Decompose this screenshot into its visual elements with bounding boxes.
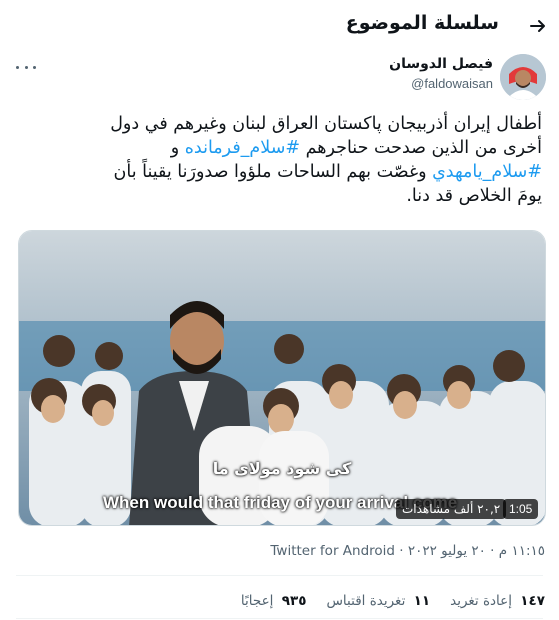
tweet-author: فيصل الدوسان @faldowaisan bbox=[0, 52, 559, 102]
hashtag-link[interactable]: #سلام_فرمانده bbox=[185, 138, 300, 158]
tweet-text-segment: وغصّت بهم الساحات ملؤوا صدورَنا يقيناً ب… bbox=[113, 162, 433, 182]
video-player[interactable]: کی شود مولای ما When would that friday o… bbox=[18, 230, 546, 526]
more-options-button[interactable] bbox=[16, 60, 36, 74]
back-button[interactable] bbox=[524, 12, 552, 40]
tweet-line: يومَ الخلاص قد دنا. bbox=[406, 186, 542, 206]
page-title: سلسلة الموضوع bbox=[345, 12, 499, 34]
quotes-count: ١١ bbox=[413, 593, 431, 609]
tweet-text-segment: و bbox=[170, 138, 185, 158]
divider bbox=[16, 575, 543, 576]
divider bbox=[16, 618, 543, 619]
meta-separator: · bbox=[394, 543, 404, 559]
retweets-label: إعادة تغريد bbox=[450, 593, 512, 609]
video-frame bbox=[19, 231, 545, 525]
tweet-line: أطفال إيران أذربيجان پاكستان العراق لبنا… bbox=[110, 114, 542, 134]
tweet-text: أطفال إيران أذربيجان پاكستان العراق لبنا… bbox=[18, 112, 542, 208]
views-badge: ٢٠,٢ ألف مشاهدات bbox=[396, 499, 507, 519]
tweet-date[interactable]: ٢٠ يوليو ٢٠٢٢ bbox=[408, 543, 486, 559]
likes-stat[interactable]: ٩٣٥ إعجابًا bbox=[241, 593, 307, 609]
top-bar: سلسلة الموضوع bbox=[0, 0, 559, 52]
likes-count: ٩٣٥ bbox=[281, 593, 307, 609]
hashtag-link[interactable]: #سلام_يامهدي bbox=[432, 162, 542, 182]
tweet-meta: ١١:١٥ م · ٢٠ يوليو ٢٠٢٢ · Twitter for An… bbox=[270, 543, 545, 559]
quotes-label: تغريدة اقتباس bbox=[326, 593, 406, 609]
more-dots-icon bbox=[16, 65, 19, 69]
tweet-line: #سلام_يامهدي وغصّت بهم الساحات ملؤوا صدو… bbox=[18, 160, 542, 184]
likes-label: إعجابًا bbox=[240, 593, 274, 609]
meta-separator: · bbox=[485, 543, 495, 559]
quotes-stat[interactable]: ١١ تغريدة اقتباس bbox=[326, 593, 430, 609]
video-subtitle-arabic: کی شود مولای ما bbox=[212, 459, 352, 478]
tweet-text-segment: أخرى من الذين صدحت حناجرهم bbox=[300, 138, 542, 158]
author-handle[interactable]: @faldowaisan bbox=[411, 76, 493, 91]
tweet-time[interactable]: ١١:١٥ م bbox=[499, 543, 545, 559]
retweets-stat[interactable]: ١٤٧ إعادة تغريد bbox=[450, 593, 545, 609]
tweet-stats: ١٤٧ إعادة تغريد ١١ تغريدة اقتباس ٩٣٥ إعج… bbox=[241, 593, 545, 609]
avatar[interactable] bbox=[500, 54, 546, 100]
author-name[interactable]: فيصل الدوسان bbox=[389, 56, 493, 72]
arrow-right-icon bbox=[530, 20, 545, 32]
duration-badge: 1:05 bbox=[503, 499, 539, 519]
tweet-line: أخرى من الذين صدحت حناجرهم #سلام_فرمانده… bbox=[18, 136, 542, 160]
tweet-source[interactable]: Twitter for Android bbox=[270, 543, 395, 559]
retweets-count: ١٤٧ bbox=[520, 593, 545, 609]
